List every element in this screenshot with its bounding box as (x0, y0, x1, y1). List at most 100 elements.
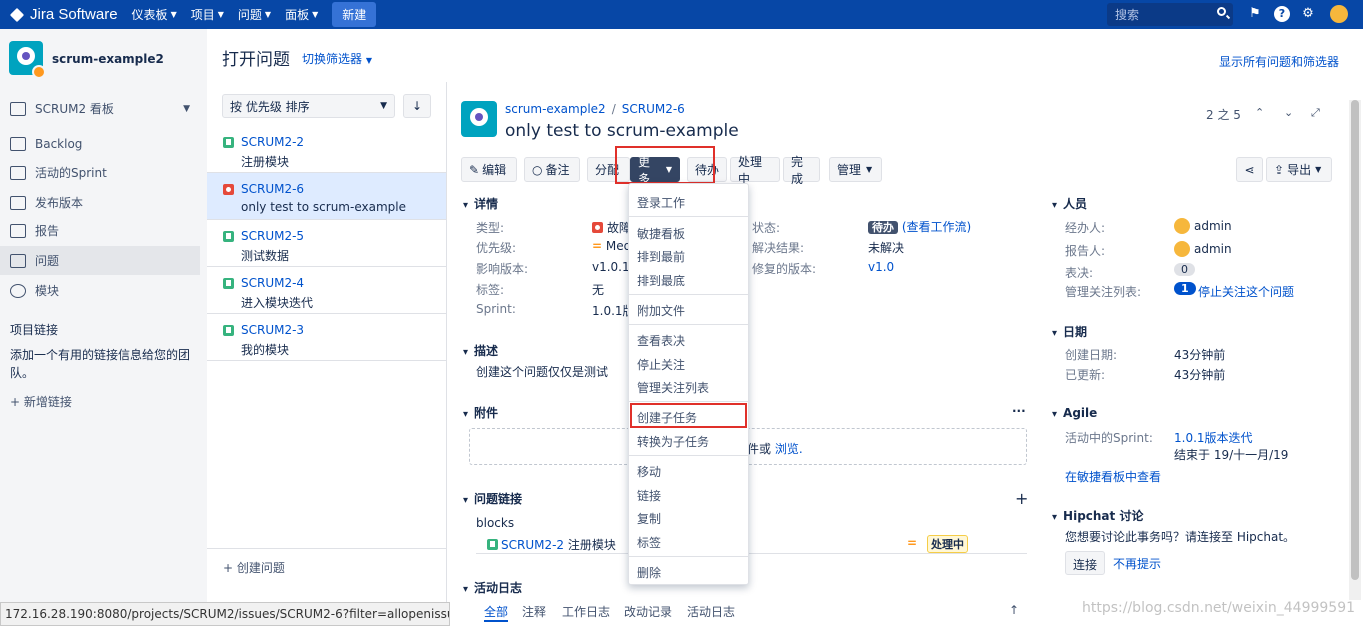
connect-button[interactable]: 连接 (1065, 551, 1106, 575)
nav-issues[interactable]: 问题 ▼ (238, 6, 271, 23)
chevron-down-icon[interactable]: ▼ (183, 104, 190, 114)
breadcrumb-issue-key[interactable]: SCRUM2-6 (622, 102, 685, 116)
share-button[interactable]: ⋖ (1236, 157, 1263, 182)
assignee-value[interactable]: admin (1194, 219, 1232, 233)
issue-key[interactable]: SCRUM2-5 (241, 229, 304, 243)
tab-history[interactable]: 改动记录 (624, 603, 672, 620)
sidebar-item-backlog[interactable]: Backlog (0, 129, 200, 158)
attachment-options-icon[interactable]: ··· (1012, 404, 1026, 418)
expand-icon[interactable]: ⤢ (1311, 106, 1320, 120)
nav-boards[interactable]: 面板 ▼ (285, 6, 318, 23)
menu-item-link[interactable]: 链接 (637, 487, 661, 504)
add-link-button[interactable]: + 新增链接 (10, 393, 72, 410)
nav-projects[interactable]: 项目 ▼ (191, 6, 224, 23)
agile-heading[interactable]: Agile (1052, 406, 1097, 420)
menu-item-manage-watchers[interactable]: 管理关注列表 (637, 379, 709, 396)
fix-version-value[interactable]: v1.0 (868, 260, 894, 274)
linked-issue-key[interactable]: SCRUM2-2 (501, 538, 564, 552)
menu-item-move[interactable]: 移动 (637, 463, 661, 480)
description-text[interactable]: 创建这个问题仅仅是测试 (476, 363, 608, 380)
notifications-icon[interactable]: ⚑ (1247, 6, 1263, 22)
menu-item-attach-files[interactable]: 附加文件 (637, 302, 685, 319)
affects-version-value[interactable]: v1.0.1 (592, 260, 630, 274)
user-avatar[interactable] (1330, 5, 1348, 23)
menu-item-stop-watching[interactable]: 停止关注 (637, 356, 685, 373)
help-icon[interactable]: ? (1274, 6, 1290, 22)
dates-heading[interactable]: 日期 (1052, 323, 1087, 340)
chevron-down-icon[interactable]: ⌄ (1284, 106, 1293, 119)
list-item-selected[interactable]: SCRUM2-6 only test to scrum-example (207, 173, 447, 220)
menu-item-clone[interactable]: 复制 (637, 510, 661, 527)
tab-all[interactable]: 全部 (484, 603, 509, 622)
project-avatar[interactable] (461, 101, 497, 137)
tab-comments[interactable]: 注释 (522, 603, 546, 620)
create-issue-button[interactable]: + 创建问题 (207, 548, 447, 581)
sidebar-item-issues[interactable]: 问题 (0, 246, 200, 275)
linked-issue[interactable]: SCRUM2-2 注册模块 (487, 536, 616, 553)
show-all-issues-link[interactable]: 显示所有问题和筛选器 (1219, 53, 1339, 70)
details-heading[interactable]: 详情 (463, 195, 498, 212)
sidebar-item-components[interactable]: 模块 (0, 276, 200, 305)
attachments-heading[interactable]: 附件 (463, 404, 498, 421)
menu-item-view-votes[interactable]: 查看表决 (637, 332, 685, 349)
issue-key[interactable]: SCRUM2-4 (241, 276, 304, 290)
gear-icon[interactable]: ⚙ (1300, 6, 1316, 22)
menu-item-rank-top[interactable]: 排到最前 (637, 248, 685, 265)
sort-select[interactable]: 按 优先级 排序 ▼ (222, 94, 395, 118)
menu-item-rank-bottom[interactable]: 排到最底 (637, 272, 685, 289)
browse-link[interactable]: 浏览. (775, 442, 803, 456)
description-heading[interactable]: 描述 (463, 342, 498, 359)
stop-watching-link[interactable]: 停止关注这个问题 (1198, 283, 1294, 300)
jira-logo[interactable]: Jira Software (9, 6, 118, 23)
dismiss-button[interactable]: 不再提示 (1106, 551, 1168, 575)
issue-links-heading[interactable]: 问题链接 (463, 490, 522, 507)
list-item[interactable]: SCRUM2-3 我的模块 (207, 314, 447, 361)
search-input[interactable]: 搜索 (1107, 3, 1233, 26)
menu-item-delete[interactable]: 删除 (637, 564, 661, 581)
chevron-up-icon[interactable]: ⌃ (1255, 106, 1264, 119)
menu-item-labels[interactable]: 标签 (637, 534, 661, 551)
tab-worklog[interactable]: 工作日志 (562, 603, 610, 620)
edit-button[interactable]: ✎ 编辑 (461, 157, 517, 182)
activity-heading[interactable]: 活动日志 (463, 579, 522, 596)
list-item[interactable]: SCRUM2-5 测试数据 (207, 220, 447, 267)
list-item[interactable]: SCRUM2-2 注册模块 (207, 126, 447, 173)
list-item[interactable]: SCRUM2-4 进入模块迭代 (207, 267, 447, 314)
export-button[interactable]: ⇪ 导出 ▼ (1266, 157, 1332, 182)
sidebar-item-reports[interactable]: 报告 (0, 216, 200, 245)
watchers-count[interactable]: 1 (1174, 282, 1196, 295)
hipchat-heading[interactable]: Hipchat 讨论 (1052, 507, 1143, 524)
admin-button[interactable]: 管理 ▼ (829, 157, 882, 182)
labels-value[interactable]: 无 (592, 281, 604, 298)
comment-button[interactable]: ○ 备注 (524, 157, 580, 182)
tab-activity[interactable]: 活动日志 (687, 603, 735, 620)
add-link-icon[interactable]: + (1015, 489, 1028, 508)
votes-count[interactable]: 0 (1174, 263, 1195, 276)
issue-key[interactable]: SCRUM2-6 (241, 182, 304, 196)
view-on-board-link[interactable]: 在敏捷看板中查看 (1065, 468, 1161, 485)
menu-item-log-work[interactable]: 登录工作 (637, 194, 685, 211)
view-workflow-link[interactable]: (查看工作流) (902, 220, 971, 234)
sort-direction-button[interactable]: ↓ (403, 94, 431, 118)
issue-title[interactable]: only test to scrum-example (505, 121, 739, 141)
issue-key[interactable]: SCRUM2-2 (241, 135, 304, 149)
issue-key[interactable]: SCRUM2-3 (241, 323, 304, 337)
nav-dashboards[interactable]: 仪表板 ▼ (132, 6, 177, 23)
active-sprint-link[interactable]: 1.0.1版本迭代 (1174, 429, 1253, 446)
scrollbar[interactable] (1349, 100, 1361, 600)
menu-item-convert-to-subtask[interactable]: 转换为子任务 (637, 433, 709, 450)
sidebar-item-active-sprint[interactable]: 活动的Sprint (0, 158, 200, 187)
panel-divider[interactable] (446, 82, 447, 602)
sidebar-item-releases[interactable]: 发布版本 (0, 188, 200, 217)
create-button[interactable]: 新建 (332, 2, 377, 27)
sort-order-icon[interactable]: ↑ (1009, 603, 1019, 617)
menu-item-agile-board[interactable]: 敏捷看板 (637, 225, 685, 242)
project-name[interactable]: scrum-example2 (52, 52, 164, 66)
sidebar-item-board[interactable]: SCRUM2 看板 ▼ (0, 94, 200, 123)
breadcrumb-project[interactable]: scrum-example2 (505, 102, 606, 116)
scrollbar-thumb[interactable] (1351, 100, 1359, 580)
switch-filter-button[interactable]: 切换筛选器 ▼ (302, 50, 372, 67)
done-button[interactable]: 完成 (783, 155, 820, 186)
in-progress-button[interactable]: 处理中 (730, 155, 780, 186)
people-heading[interactable]: 人员 (1052, 195, 1087, 212)
